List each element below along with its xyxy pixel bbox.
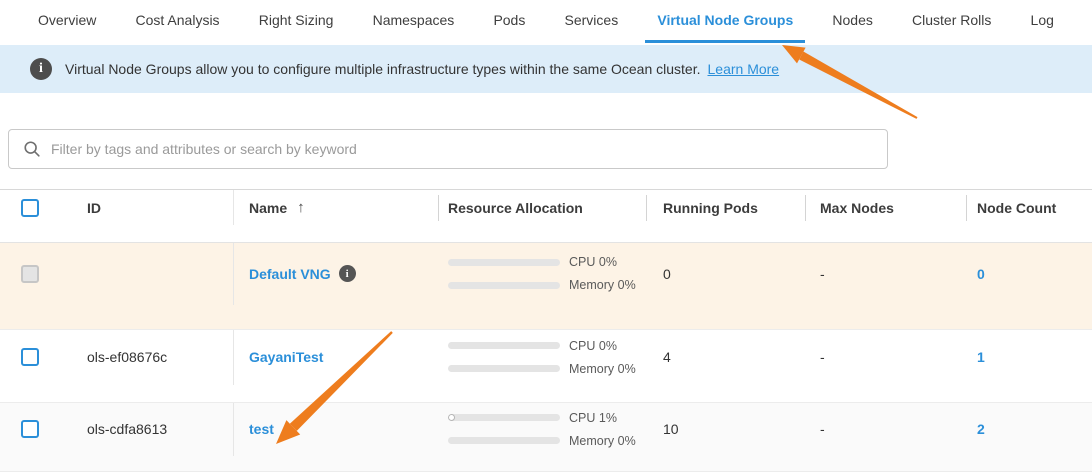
memory-usage-label: Memory 0% <box>569 362 636 376</box>
cpu-usage-bar <box>448 259 560 266</box>
tab-cost-analysis[interactable]: Cost Analysis <box>124 0 232 43</box>
tab-services[interactable]: Services <box>553 0 631 43</box>
tab-cluster-rolls[interactable]: Cluster Rolls <box>900 0 1003 43</box>
node-count-link[interactable]: 2 <box>977 421 985 437</box>
cpu-usage-label: CPU 0% <box>569 255 617 269</box>
tab-virtual-node-groups[interactable]: Virtual Node Groups <box>645 0 805 43</box>
table-row: ols-cdfa8613 test CPU 1% Memory 0% <box>0 403 1092 472</box>
column-header-resource-label: Resource Allocation <box>448 200 583 216</box>
tab-pods[interactable]: Pods <box>481 0 537 43</box>
sort-ascending-icon: ↑ <box>297 199 305 216</box>
node-count-link[interactable]: 1 <box>977 349 985 365</box>
max-nodes-value: - <box>805 330 966 385</box>
resource-allocation: CPU 0% Memory 0% <box>448 339 636 376</box>
resource-allocation: CPU 0% Memory 0% <box>448 255 636 292</box>
memory-usage-label: Memory 0% <box>569 434 636 448</box>
tab-log[interactable]: Log <box>1019 0 1066 43</box>
memory-usage-bar <box>448 365 560 372</box>
column-divider <box>438 195 439 221</box>
select-all-checkbox[interactable] <box>21 199 39 217</box>
cpu-usage-bar-fill <box>448 414 455 421</box>
vng-id: ols-ef08676c <box>60 330 233 385</box>
max-nodes-value: - <box>805 403 966 456</box>
vng-id <box>60 243 233 305</box>
memory-usage-bar <box>448 282 560 289</box>
tab-nodes[interactable]: Nodes <box>820 0 884 43</box>
node-count-link[interactable]: 0 <box>977 266 985 282</box>
table-row: ols-ef08676c GayaniTest CPU 0% Memory 0% <box>0 330 1092 403</box>
row-checkbox[interactable] <box>21 420 39 438</box>
column-divider <box>966 195 967 221</box>
vng-name-link[interactable]: test <box>249 421 274 437</box>
column-header-resource-allocation[interactable]: Resource Allocation <box>438 190 646 225</box>
cpu-usage-label: CPU 0% <box>569 339 617 353</box>
tab-overview[interactable]: Overview <box>26 0 108 43</box>
cpu-usage-label: CPU 1% <box>569 411 617 425</box>
column-header-max-nodes[interactable]: Max Nodes <box>805 190 966 225</box>
memory-usage-bar <box>448 437 560 444</box>
memory-usage-label: Memory 0% <box>569 278 636 292</box>
column-header-node-count[interactable]: Node Count <box>966 190 1092 225</box>
column-header-name-label: Name <box>249 200 287 216</box>
table-header: ID Name ↑ Resource Allocation Running Po… <box>0 190 1092 243</box>
running-pods-value: 10 <box>646 403 805 456</box>
vng-id: ols-cdfa8613 <box>60 403 233 456</box>
cpu-usage-bar <box>448 414 560 421</box>
row-checkbox <box>21 265 39 283</box>
column-header-name[interactable]: Name ↑ <box>233 190 438 225</box>
search-input[interactable] <box>51 141 873 157</box>
column-header-pods-label: Running Pods <box>663 200 758 216</box>
column-divider <box>805 195 806 221</box>
running-pods-value: 4 <box>646 330 805 385</box>
learn-more-link[interactable]: Learn More <box>708 61 780 77</box>
info-banner-text: Virtual Node Groups allow you to configu… <box>65 61 701 77</box>
column-header-max-label: Max Nodes <box>820 200 894 216</box>
resource-allocation: CPU 1% Memory 0% <box>448 411 636 448</box>
filter-search-box[interactable] <box>8 129 888 169</box>
cpu-usage-bar <box>448 342 560 349</box>
info-icon[interactable]: i <box>339 265 356 282</box>
vng-name-link[interactable]: GayaniTest <box>249 349 323 365</box>
running-pods-value: 0 <box>646 243 805 305</box>
max-nodes-value: - <box>805 243 966 305</box>
table-row: Default VNG i CPU 0% Memory 0% 0 <box>0 243 1092 330</box>
column-header-id[interactable]: ID <box>60 190 233 225</box>
column-header-count-label: Node Count <box>977 200 1056 216</box>
column-divider <box>646 195 647 221</box>
row-checkbox[interactable] <box>21 348 39 366</box>
vng-table: ID Name ↑ Resource Allocation Running Po… <box>0 189 1092 472</box>
tab-right-sizing[interactable]: Right Sizing <box>247 0 346 43</box>
vng-name-link[interactable]: Default VNG <box>249 266 331 282</box>
info-banner: i Virtual Node Groups allow you to confi… <box>0 45 1092 93</box>
info-icon: i <box>30 58 52 80</box>
column-header-running-pods[interactable]: Running Pods <box>646 190 805 225</box>
search-icon <box>23 140 41 158</box>
tab-namespaces[interactable]: Namespaces <box>361 0 467 43</box>
cluster-tab-bar: Overview Cost Analysis Right Sizing Name… <box>0 0 1092 43</box>
